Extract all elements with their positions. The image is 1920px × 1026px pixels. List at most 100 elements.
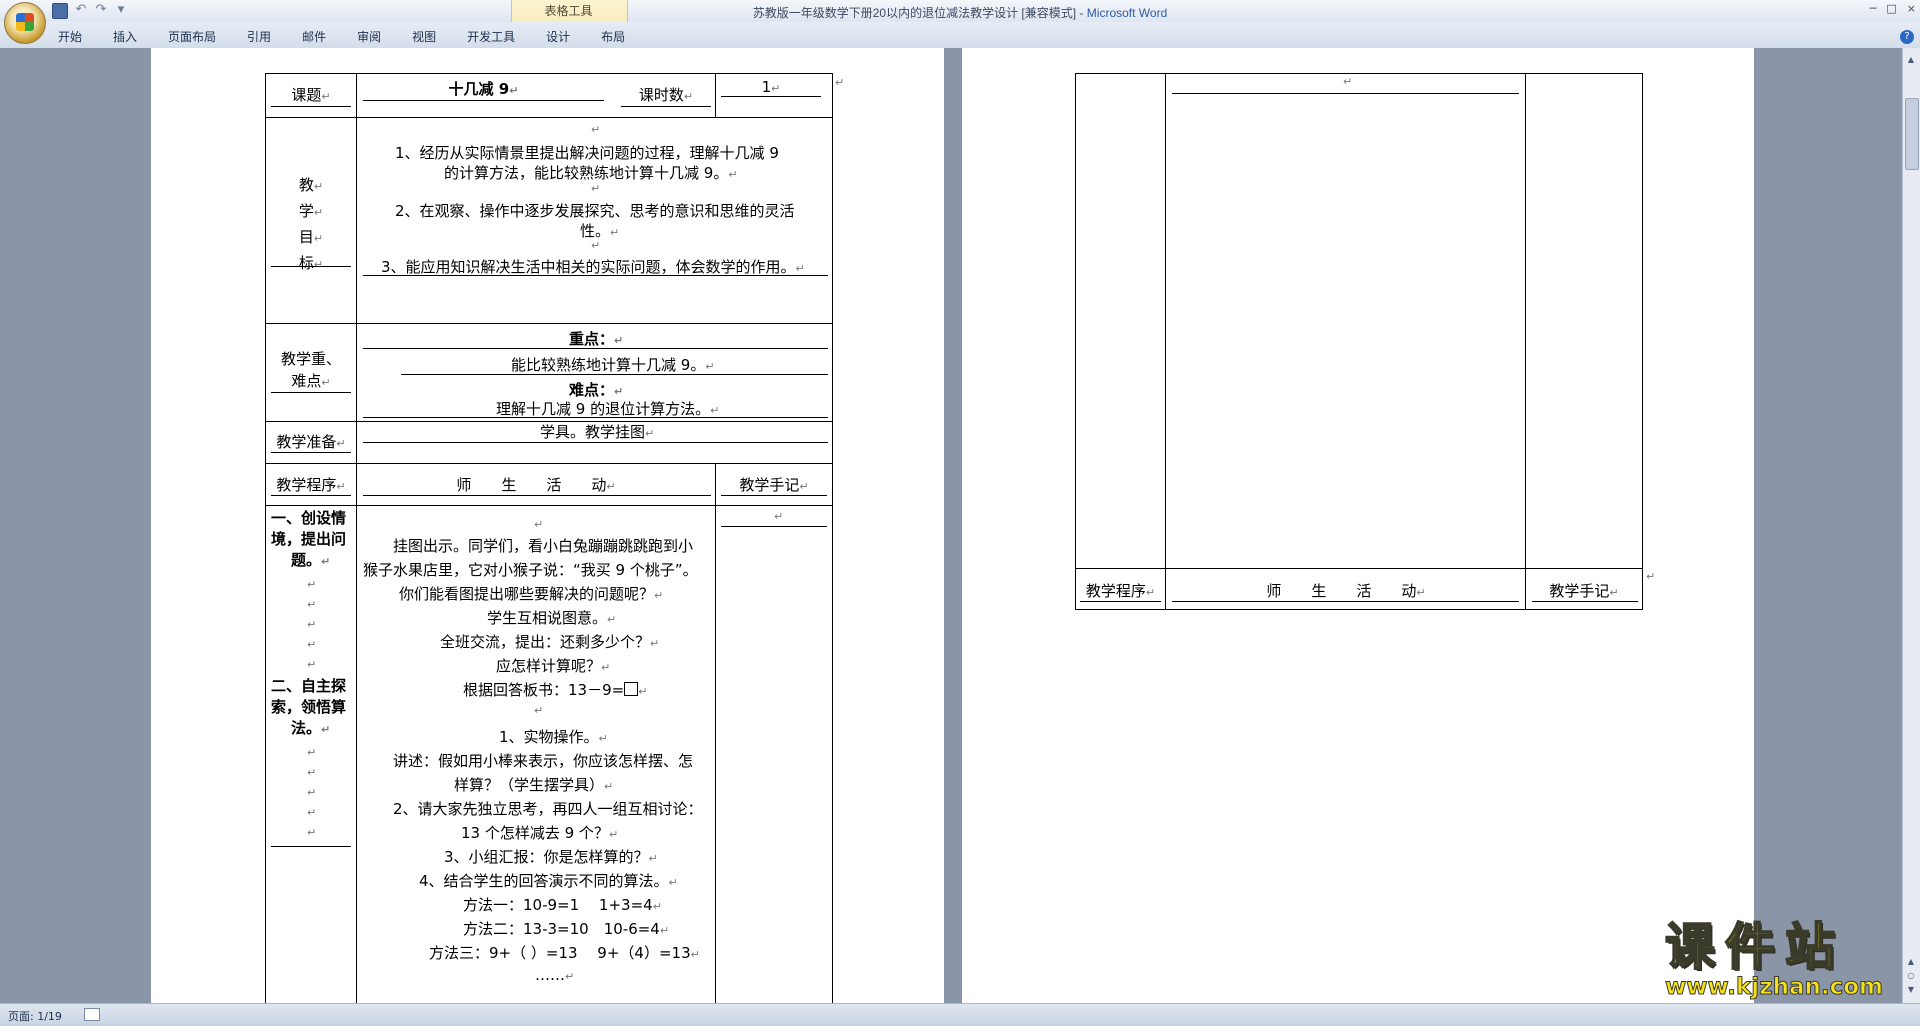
goal-1-line-2: 的计算方法，能比较熟练地计算十几减 9。↵	[444, 164, 738, 182]
underline	[621, 106, 711, 107]
table-border	[715, 463, 716, 1003]
activity-line-15: 方法一：10-9=1 1+3=4↵	[463, 896, 662, 914]
next-page-icon[interactable]: ▼	[1906, 986, 1916, 994]
underline	[401, 374, 828, 375]
tab-layout[interactable]: 布局	[601, 28, 625, 45]
maximize-button[interactable]: □	[1886, 2, 1896, 15]
activity-line-11: 2、请大家先独立思考，再四人一组互相讨论：	[393, 800, 703, 818]
table-border	[356, 73, 357, 1003]
close-button[interactable]: ×	[1907, 2, 1916, 15]
activity-line-16: 方法二：13-3=10 10-6=4↵	[463, 920, 670, 938]
activity-line-9: 讲述：假如用小棒来表示，你应该怎样摆、怎	[393, 752, 694, 770]
para-mark: ↵	[591, 239, 601, 252]
prev-page-icon[interactable]: ▲	[1906, 958, 1916, 966]
help-icon[interactable]: ?	[1900, 30, 1914, 44]
watermark-url: www.kjzhan.com	[1665, 974, 1884, 1001]
underline	[363, 417, 828, 418]
procedure-header: 教学程序↵	[276, 476, 346, 494]
tab-review[interactable]: 审阅	[357, 28, 381, 45]
tab-developer[interactable]: 开发工具	[467, 28, 515, 45]
section-2-title: 二、自主探 索，领悟算 法。↵	[271, 677, 347, 737]
save-icon[interactable]	[52, 3, 68, 19]
underline	[1172, 93, 1519, 94]
browse-object-icon[interactable]: ○	[1906, 972, 1916, 980]
tab-design[interactable]: 设计	[546, 28, 570, 45]
underline	[721, 526, 827, 527]
table-border	[1075, 73, 1076, 610]
activity-line-8: 1、实物操作。↵	[499, 728, 608, 746]
prep-text: 学具。教学挂图↵	[540, 423, 655, 441]
table-border	[265, 505, 833, 506]
underline	[363, 442, 828, 443]
activity-header: 师 生 活 动↵	[1266, 582, 1426, 600]
underline	[271, 106, 351, 107]
table-border	[1642, 73, 1643, 610]
activity-line-4: 学生互相说图意。↵	[487, 609, 617, 627]
underline	[721, 96, 821, 97]
tab-page-layout[interactable]: 页面布局	[168, 28, 216, 45]
page-1: 课题↵ 十几减 9↵ 课时数↵ 1↵ ↵ 教↵ 学↵ 目↵ 标↵ ↵ 1、经历从…	[151, 48, 944, 1003]
customize-qat-icon[interactable]: ▾	[114, 3, 128, 17]
underline	[1532, 601, 1638, 602]
notes-header: 教学手记↵	[1549, 582, 1619, 600]
undo-icon[interactable]: ↶	[74, 3, 88, 17]
table-border	[265, 463, 833, 464]
table-tools-label: 表格工具	[544, 4, 593, 18]
activity-line-14: 4、结合学生的回答演示不同的算法。↵	[419, 872, 678, 890]
document-title: 苏教版一年级数学下册20以内的退位减法教学设计 [兼容模式] -	[752, 6, 1087, 20]
underline	[271, 846, 351, 847]
quick-access-toolbar: ↶ ↷ ▾	[52, 3, 128, 19]
office-button[interactable]	[4, 2, 46, 44]
window-controls: ─ □ ×	[1870, 2, 1916, 15]
minimize-button[interactable]: ─	[1870, 2, 1877, 15]
para-mark: ↵	[1343, 75, 1353, 88]
proofing-icon[interactable]	[84, 1008, 100, 1021]
tab-references[interactable]: 引用	[247, 28, 271, 45]
underline	[1172, 601, 1519, 602]
para-marks: ↵ ↵ ↵ ↵ ↵	[307, 578, 317, 671]
activity-line-5: 全班交流，提出：还剩多少个？↵	[440, 633, 660, 651]
table-border	[1165, 73, 1166, 610]
goals-label: 教↵ 学↵ 目↵ 标↵	[298, 176, 324, 272]
office-logo-icon	[16, 13, 34, 31]
watermark: 课件站 www.kjzhan.com	[1664, 918, 1905, 1001]
para-mark: ↵	[534, 518, 544, 531]
underline	[363, 275, 828, 276]
goal-2-line-2: 性。↵	[580, 222, 620, 240]
topic-label: 课题↵	[291, 86, 331, 104]
goal-1-line-1: 1、经历从实际情景里提出解决问题的过程，理解十几减 9	[395, 144, 779, 162]
topic-title: 十几减 9↵	[448, 80, 519, 98]
notes-header: 教学手记↵	[739, 476, 809, 494]
activity-line-18: ……↵	[535, 966, 575, 984]
difficulty-title: 难点：↵	[569, 381, 624, 399]
scroll-up-icon[interactable]: ▲	[1906, 56, 1916, 64]
activity-line-2: 猴子水果店里，它对小猴子说：“我买 9 个桃子”。	[363, 561, 698, 579]
watermark-title: 课件站	[1664, 918, 1845, 976]
activity-line-6: 应怎样计算呢？↵	[496, 657, 611, 675]
para-mark: ↵	[591, 182, 601, 195]
tab-view[interactable]: 视图	[412, 28, 436, 45]
document-area: 课题↵ 十几减 9↵ 课时数↵ 1↵ ↵ 教↵ 学↵ 目↵ 标↵ ↵ 1、经历从…	[0, 48, 1903, 1003]
key-points-label: 教学重、	[280, 350, 341, 368]
redo-icon[interactable]: ↷	[94, 3, 108, 17]
para-mark: ↵	[534, 704, 544, 717]
row-end-mark: ↵	[1646, 570, 1656, 583]
table-border	[265, 117, 833, 118]
para-marks: ↵ ↵ ↵ ↵ ↵	[307, 746, 317, 839]
table-border	[265, 73, 833, 74]
tab-insert[interactable]: 插入	[113, 28, 137, 45]
page-2: ↵ 教学程序↵ 师 生 活 动↵ 教学手记↵ ↵	[962, 48, 1754, 1003]
underline	[271, 392, 351, 393]
hours-value: 1↵	[761, 78, 781, 96]
vertical-scrollbar[interactable]: ▲ ▲ ○ ▼	[1902, 48, 1920, 1003]
underline	[1080, 601, 1161, 602]
activity-line-7: 根据回答板书：13－9= ↵	[463, 681, 648, 699]
scroll-thumb[interactable]	[1905, 98, 1919, 170]
underline	[271, 495, 351, 496]
page-count[interactable]: 页面: 1/19	[8, 1008, 62, 1024]
difficulty-text: 理解十几减 9 的退位计算方法。↵	[496, 400, 720, 418]
activity-header: 师 生 活 动↵	[456, 476, 616, 494]
tab-home[interactable]: 开始	[58, 28, 82, 45]
activity-line-3: 你们能看图提出哪些要解决的问题呢？↵	[399, 585, 664, 603]
tab-mailings[interactable]: 邮件	[302, 28, 326, 45]
